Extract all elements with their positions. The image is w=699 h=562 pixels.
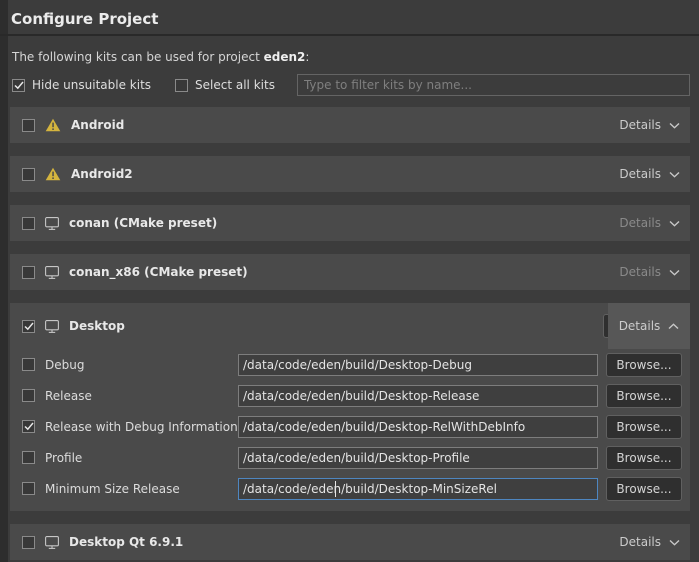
kits-subtitle: The following kits can be used for proje…	[12, 50, 699, 64]
desktop-icon	[45, 536, 59, 549]
kit-name: Desktop	[69, 319, 125, 333]
details-toggle[interactable]: Details	[619, 118, 680, 132]
kit-row-desktop-qt-6-9-1: Desktop Qt 6.9.1 Details	[10, 524, 690, 560]
kit-name: Android	[71, 118, 124, 132]
desktop-icon	[45, 320, 59, 333]
kit-row-android: Android Details	[10, 107, 690, 143]
select-all-label: Select all kits	[195, 78, 275, 92]
build-config-checkbox[interactable]	[22, 482, 35, 495]
build-dir-input[interactable]	[238, 385, 598, 407]
build-config-row-debug: Debug Browse...	[10, 349, 690, 380]
details-label: Details	[619, 265, 661, 279]
browse-button[interactable]: Browse...	[606, 384, 682, 408]
browse-button[interactable]: Browse...	[606, 477, 682, 501]
build-dir-field	[238, 354, 598, 376]
chevron-down-icon	[669, 220, 680, 227]
build-dir-field	[238, 447, 598, 469]
build-config-checkbox[interactable]	[22, 358, 35, 371]
configure-project-panel: Configure Project The following kits can…	[0, 0, 699, 562]
kit-header: DesktopManage...Details	[10, 303, 690, 349]
build-dir-field	[238, 416, 598, 438]
build-config-label: Minimum Size Release	[45, 482, 238, 496]
details-label: Details	[619, 535, 661, 549]
kit-header: conan (CMake preset) Details	[10, 205, 690, 241]
details-toggle[interactable]: Details	[608, 303, 690, 349]
details-label: Details	[619, 167, 661, 181]
build-config-label: Release	[45, 389, 238, 403]
kit-row-conan-cmake-preset: conan (CMake preset) Details	[10, 205, 690, 241]
build-config-row-minimum-size-release: Minimum Size Release Browse...	[10, 473, 690, 504]
details-label: Details	[619, 216, 661, 230]
build-dir-field	[238, 385, 598, 407]
title-separator	[0, 34, 699, 36]
text-caret	[335, 481, 336, 497]
build-config-row-release: Release Browse...	[10, 380, 690, 411]
build-config-checkbox[interactable]	[22, 451, 35, 464]
browse-button[interactable]: Browse...	[606, 353, 682, 377]
kit-name: Android2	[71, 167, 133, 181]
subtitle-colon: :	[305, 50, 309, 64]
build-config-row-release-with-debug-information: Release with Debug Information Browse...	[10, 411, 690, 442]
build-config-row-profile: Profile Browse...	[10, 442, 690, 473]
build-dir-field	[238, 478, 598, 500]
kit-checkbox[interactable]	[22, 320, 35, 333]
desktop-icon	[45, 266, 59, 279]
page-title: Configure Project	[0, 0, 699, 29]
kit-name: conan (CMake preset)	[69, 216, 217, 230]
select-all-kits-option[interactable]: Select all kits	[175, 78, 275, 92]
kit-name: conan_x86 (CMake preset)	[69, 265, 248, 279]
kit-name: Desktop Qt 6.9.1	[69, 535, 183, 549]
kit-checkbox[interactable]	[22, 168, 35, 181]
hide-unsuitable-label: Hide unsuitable kits	[32, 78, 151, 92]
subtitle-text: The following kits can be used for proje…	[12, 50, 260, 64]
build-config-list: DebugBrowse...ReleaseBrowse...Release wi…	[10, 349, 690, 511]
build-config-label: Release with Debug Information	[45, 420, 238, 434]
kit-filter-input[interactable]	[297, 74, 690, 96]
kit-header: Desktop Qt 6.9.1 Details	[10, 524, 690, 560]
chevron-down-icon	[669, 539, 680, 546]
details-toggle[interactable]: Details	[619, 535, 680, 549]
details-toggle[interactable]: Details	[619, 216, 680, 230]
kit-row-android2: Android2 Details	[10, 156, 690, 192]
build-dir-input[interactable]	[238, 354, 598, 376]
kit-list: AndroidDetailsAndroid2Detailsconan (CMak…	[10, 107, 690, 560]
build-dir-input[interactable]	[238, 447, 598, 469]
chevron-down-icon	[669, 269, 680, 276]
kit-checkbox[interactable]	[22, 217, 35, 230]
desktop-icon	[45, 217, 59, 230]
project-name: eden2	[264, 50, 306, 64]
browse-button[interactable]: Browse...	[606, 446, 682, 470]
hide-unsuitable-kits-option[interactable]: Hide unsuitable kits	[12, 78, 151, 92]
details-label: Details	[619, 118, 661, 132]
kit-header: Android2 Details	[10, 156, 690, 192]
build-config-label: Debug	[45, 358, 238, 372]
hide-unsuitable-checkbox-icon[interactable]	[12, 79, 25, 92]
build-dir-input[interactable]	[238, 416, 598, 438]
kit-checkbox[interactable]	[22, 536, 35, 549]
build-dir-input[interactable]	[238, 478, 598, 500]
chevron-down-icon	[669, 171, 680, 178]
kit-row-desktop: DesktopManage...DetailsDebugBrowse...Rel…	[10, 303, 690, 511]
chevron-up-icon	[668, 323, 679, 330]
warning-icon	[45, 118, 61, 132]
chevron-down-icon	[669, 122, 680, 129]
kit-checkbox[interactable]	[22, 266, 35, 279]
kit-header: conan_x86 (CMake preset) Details	[10, 254, 690, 290]
build-config-checkbox[interactable]	[22, 389, 35, 402]
details-toggle[interactable]: Details	[619, 265, 680, 279]
build-config-label: Profile	[45, 451, 238, 465]
warning-icon	[45, 167, 61, 181]
select-all-checkbox-icon[interactable]	[175, 79, 188, 92]
details-label: Details	[619, 319, 661, 333]
build-config-checkbox[interactable]	[22, 420, 35, 433]
details-toggle[interactable]: Details	[619, 167, 680, 181]
browse-button[interactable]: Browse...	[606, 415, 682, 439]
filter-bar: Hide unsuitable kits Select all kits	[12, 74, 690, 96]
kit-header: Android Details	[10, 107, 690, 143]
kit-checkbox[interactable]	[22, 119, 35, 132]
kit-row-conan-x86-cmake-preset: conan_x86 (CMake preset) Details	[10, 254, 690, 290]
